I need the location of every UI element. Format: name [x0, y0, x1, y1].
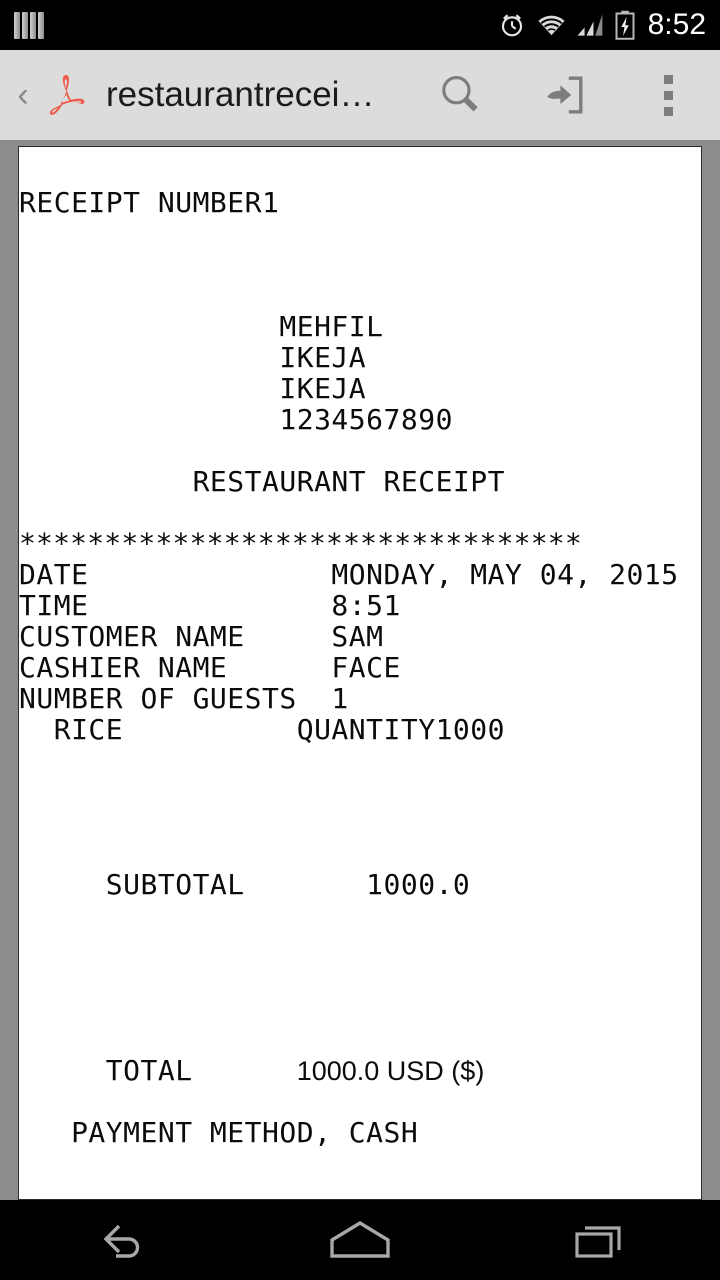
receipt-spacer: [19, 962, 701, 993]
signal-bars-icon: [14, 11, 44, 39]
receipt-payment-method: PAYMENT METHOD, CASH: [19, 1116, 419, 1149]
android-nav-bar: [0, 1200, 720, 1280]
android-screen: 8:52 ‹ restaurantrecei… RECEIPT NUMBER1 …: [0, 0, 720, 1280]
app-toolbar: ‹ restaurantrecei…: [0, 50, 720, 140]
receipt-spacer: [19, 280, 701, 311]
overflow-menu-button[interactable]: [616, 50, 720, 140]
receipt-spacer: [19, 249, 701, 280]
document-title: restaurantrecei…: [106, 75, 375, 114]
overflow-menu-icon: [663, 74, 673, 116]
receipt-total: TOTAL 1000.0 USD ($): [19, 1055, 701, 1086]
open-with-button[interactable]: [512, 50, 616, 140]
receipt-store-phone: 1234567890: [19, 403, 453, 436]
receipt-field-time: TIME 8:51: [19, 589, 401, 622]
home-icon: [330, 1221, 390, 1258]
receipt-spacer: [19, 776, 701, 807]
receipt-field-number-of-guests: NUMBER OF GUESTS 1: [19, 682, 349, 715]
pdf-page: RECEIPT NUMBER1 MEHFIL IKEJA IKEJA 12345…: [18, 146, 702, 1200]
receipt-spacer: [19, 838, 701, 869]
receipt-spacer: [19, 993, 701, 1024]
receipt-field-date: DATE MONDAY, MAY 04, 2015: [19, 558, 679, 591]
receipt-spacer: [19, 497, 701, 528]
receipt-total-value: 1000.0 USD ($): [296, 1056, 485, 1086]
receipt-line-item: RICE QUANTITY1000: [19, 713, 506, 746]
receipt-store-city: IKEJA: [19, 341, 367, 374]
adobe-acrobat-logo-icon: [42, 69, 90, 121]
receipt-spacer: [19, 900, 701, 931]
receipt-heading: RESTAURANT RECEIPT: [19, 465, 506, 498]
nav-back-button[interactable]: [30, 1200, 210, 1280]
receipt-spacer: [19, 435, 701, 466]
status-clock: 8:52: [647, 8, 706, 41]
battery-charging-icon: [615, 10, 635, 40]
recents-icon: [575, 1226, 621, 1258]
nav-home-button[interactable]: [270, 1200, 450, 1280]
receipt-store-area: IKEJA: [19, 372, 367, 405]
receipt-spacer: [19, 218, 701, 249]
receipt-line-number: RECEIPT NUMBER1: [19, 186, 280, 219]
receipt-spacer: [19, 1086, 701, 1117]
receipt-field-customer-name: CUSTOMER NAME SAM: [19, 620, 384, 653]
receipt-field-cashier-name: CASHIER NAME FACE: [19, 651, 401, 684]
receipt-divider: *********************************: [19, 527, 582, 560]
back-icon: [103, 1224, 140, 1258]
search-icon: [442, 76, 478, 112]
back-chevron-icon[interactable]: ‹: [6, 78, 40, 112]
pdf-viewport[interactable]: RECEIPT NUMBER1 MEHFIL IKEJA IKEJA 12345…: [0, 140, 720, 1200]
receipt-spacer: [19, 1024, 701, 1055]
receipt-spacer: [19, 931, 701, 962]
receipt-spacer: [19, 807, 701, 838]
receipt-spacer: [19, 745, 701, 776]
receipt-text: RECEIPT NUMBER1 MEHFIL IKEJA IKEJA 12345…: [19, 147, 701, 1148]
nav-recents-button[interactable]: [510, 1200, 690, 1280]
open-with-icon: [547, 76, 583, 114]
receipt-total-label: TOTAL: [19, 1054, 297, 1087]
status-bar-left: [14, 11, 44, 39]
wifi-icon: [537, 15, 565, 36]
status-bar: 8:52: [0, 0, 720, 50]
search-button[interactable]: [408, 50, 512, 140]
receipt-subtotal: SUBTOTAL 1000.0: [19, 868, 471, 901]
receipt-store-name: MEHFIL: [19, 310, 384, 343]
cell-signal-icon: [577, 14, 602, 36]
alarm-icon: [501, 14, 522, 37]
status-bar-right: 8:52: [497, 8, 706, 42]
